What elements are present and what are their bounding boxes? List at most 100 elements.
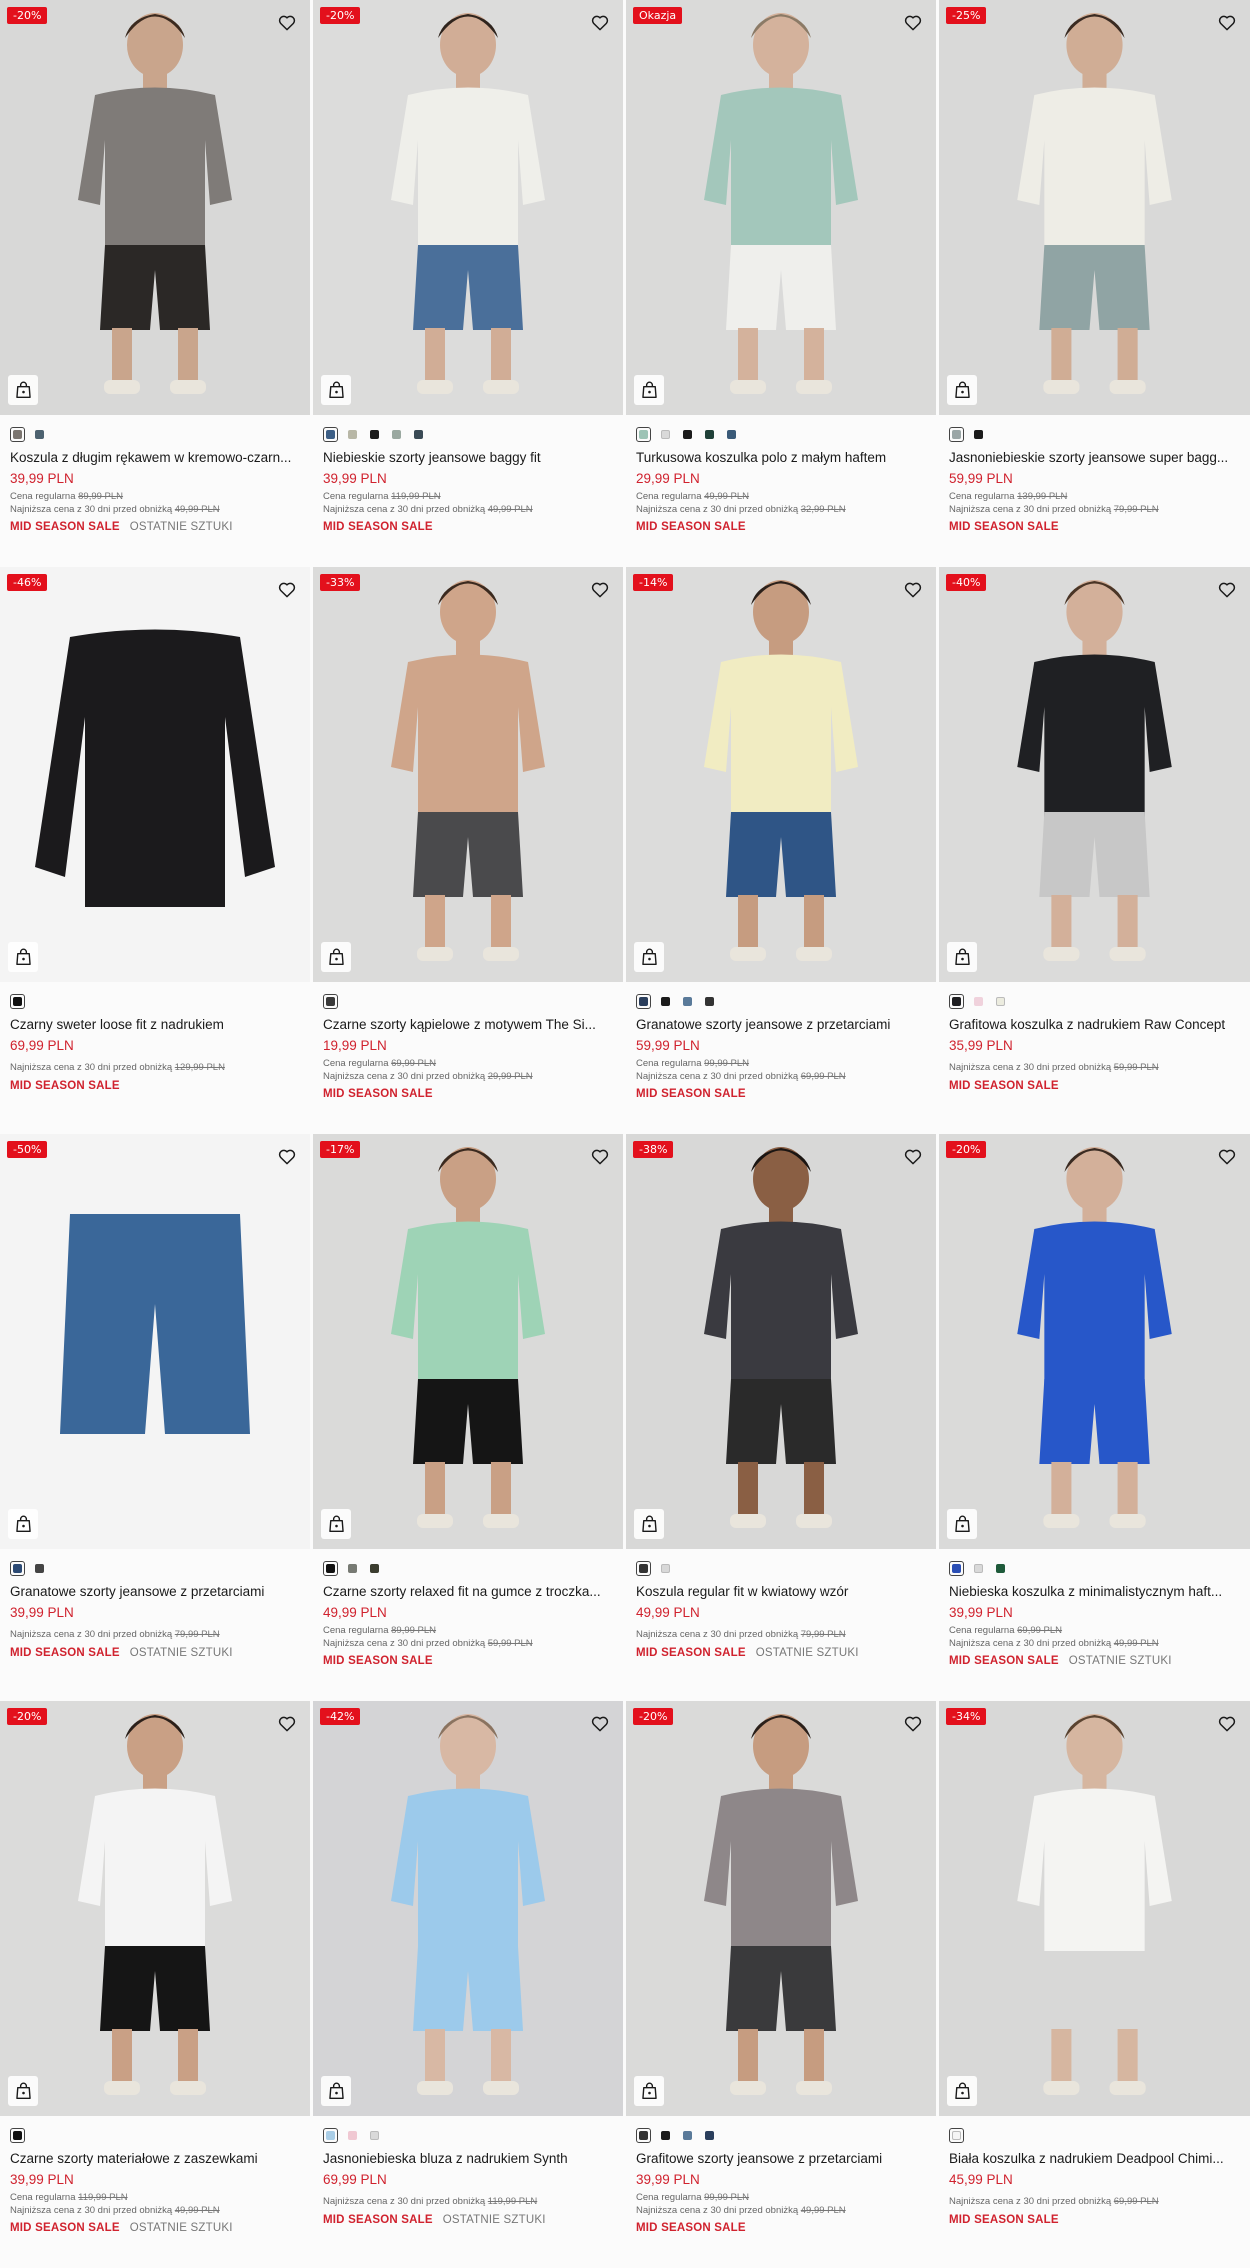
color-swatch[interactable] xyxy=(323,1561,338,1576)
color-swatch[interactable] xyxy=(367,2128,382,2143)
product-card[interactable]: -46% Czarny sweter loose fit z nadrukiem 6… xyxy=(0,567,313,1134)
color-swatch[interactable] xyxy=(680,2128,695,2143)
product-name[interactable]: Turkusowa koszulka polo z małym haftem xyxy=(636,449,926,467)
product-name[interactable]: Grafitowe szorty jeansowe z przetarciami xyxy=(636,2150,926,2168)
product-image[interactable]: -20% xyxy=(0,1701,310,2116)
product-card[interactable]: -20% Czarne szorty materiałowe z zaszewka… xyxy=(0,1701,313,2268)
product-card[interactable]: -42% Jasnoniebieska bluza z nadrukiem Syn… xyxy=(313,1701,626,2268)
product-image[interactable]: -14% xyxy=(626,567,936,982)
product-name[interactable]: Czarny sweter loose fit z nadrukiem xyxy=(10,1016,300,1034)
product-card[interactable]: -50% Granatowe szorty jeansowe z przetarc… xyxy=(0,1134,313,1701)
color-swatch[interactable] xyxy=(702,2128,717,2143)
heart-icon[interactable] xyxy=(276,1712,298,1734)
color-swatch[interactable] xyxy=(10,2128,25,2143)
product-card[interactable]: -38% Koszula regular fit w kwiatowy wzór 4… xyxy=(626,1134,939,1701)
shopping-bag-icon[interactable] xyxy=(321,375,351,405)
color-swatch[interactable] xyxy=(10,427,25,442)
color-swatch[interactable] xyxy=(323,994,338,1009)
product-name[interactable]: Jasnoniebieska bluza z nadrukiem Synth xyxy=(323,2150,613,2168)
color-swatch[interactable] xyxy=(658,2128,673,2143)
product-name[interactable]: Niebieskie szorty jeansowe baggy fit xyxy=(323,449,613,467)
product-image[interactable]: Okazja xyxy=(626,0,936,415)
shopping-bag-icon[interactable] xyxy=(8,2076,38,2106)
product-card[interactable]: -17% Czarne szorty relaxed fit na gumce z… xyxy=(313,1134,626,1701)
color-swatch[interactable] xyxy=(10,1561,25,1576)
color-swatch[interactable] xyxy=(702,994,717,1009)
color-swatch[interactable] xyxy=(949,2128,964,2143)
color-swatch[interactable] xyxy=(949,1561,964,1576)
product-image[interactable]: -34% xyxy=(939,1701,1250,2116)
product-name[interactable]: Niebieska koszulka z minimalistycznym ha… xyxy=(949,1583,1239,1601)
shopping-bag-icon[interactable] xyxy=(634,942,664,972)
product-name[interactable]: Koszula regular fit w kwiatowy wzór xyxy=(636,1583,926,1601)
product-card[interactable]: -20% Niebieskie szorty jeansowe baggy fit… xyxy=(313,0,626,567)
product-image[interactable]: -20% xyxy=(0,0,310,415)
shopping-bag-icon[interactable] xyxy=(321,2076,351,2106)
color-swatch[interactable] xyxy=(658,994,673,1009)
product-card[interactable]: -20% Koszula z długim rękawem w kremowo-c… xyxy=(0,0,313,567)
color-swatch[interactable] xyxy=(949,994,964,1009)
shopping-bag-icon[interactable] xyxy=(634,1509,664,1539)
shopping-bag-icon[interactable] xyxy=(947,2076,977,2106)
product-card[interactable]: -20% Grafitowe szorty jeansowe z przetarc… xyxy=(626,1701,939,2268)
product-name[interactable]: Grafitowa koszulka z nadrukiem Raw Conce… xyxy=(949,1016,1239,1034)
heart-icon[interactable] xyxy=(276,1145,298,1167)
heart-icon[interactable] xyxy=(276,11,298,33)
product-image[interactable]: -38% xyxy=(626,1134,936,1549)
color-swatch[interactable] xyxy=(993,1561,1008,1576)
product-card[interactable]: -20% Niebieska koszulka z minimalistyczny… xyxy=(939,1134,1250,1701)
color-swatch[interactable] xyxy=(367,427,382,442)
product-image[interactable]: -42% xyxy=(313,1701,623,2116)
color-swatch[interactable] xyxy=(411,427,426,442)
heart-icon[interactable] xyxy=(902,1145,924,1167)
color-swatch[interactable] xyxy=(367,1561,382,1576)
product-image[interactable]: -20% xyxy=(939,1134,1250,1549)
product-card[interactable]: -25% Jasnoniebieskie szorty jeansowe supe… xyxy=(939,0,1250,567)
heart-icon[interactable] xyxy=(276,578,298,600)
color-swatch[interactable] xyxy=(636,994,651,1009)
heart-icon[interactable] xyxy=(902,578,924,600)
color-swatch[interactable] xyxy=(724,427,739,442)
color-swatch[interactable] xyxy=(345,1561,360,1576)
heart-icon[interactable] xyxy=(1216,11,1238,33)
color-swatch[interactable] xyxy=(658,427,673,442)
product-image[interactable]: -25% xyxy=(939,0,1250,415)
product-name[interactable]: Biała koszulka z nadrukiem Deadpool Chim… xyxy=(949,2150,1239,2168)
color-swatch[interactable] xyxy=(389,427,404,442)
color-swatch[interactable] xyxy=(702,427,717,442)
color-swatch[interactable] xyxy=(680,994,695,1009)
shopping-bag-icon[interactable] xyxy=(947,375,977,405)
color-swatch[interactable] xyxy=(658,1561,673,1576)
color-swatch[interactable] xyxy=(971,427,986,442)
color-swatch[interactable] xyxy=(636,427,651,442)
color-swatch[interactable] xyxy=(636,2128,651,2143)
color-swatch[interactable] xyxy=(949,427,964,442)
product-name[interactable]: Czarne szorty materiałowe z zaszewkami xyxy=(10,2150,300,2168)
product-card[interactable]: -33% Czarne szorty kąpielowe z motywem Th… xyxy=(313,567,626,1134)
product-card[interactable]: -14% Granatowe szorty jeansowe z przetarc… xyxy=(626,567,939,1134)
heart-icon[interactable] xyxy=(1216,1145,1238,1167)
shopping-bag-icon[interactable] xyxy=(8,942,38,972)
product-image[interactable]: -33% xyxy=(313,567,623,982)
color-swatch[interactable] xyxy=(323,427,338,442)
product-image[interactable]: -40% xyxy=(939,567,1250,982)
product-card[interactable]: -40% Grafitowa koszulka z nadrukiem Raw C… xyxy=(939,567,1250,1134)
shopping-bag-icon[interactable] xyxy=(947,942,977,972)
product-name[interactable]: Jasnoniebieskie szorty jeansowe super ba… xyxy=(949,449,1239,467)
heart-icon[interactable] xyxy=(589,578,611,600)
product-name[interactable]: Koszula z długim rękawem w kremowo-czarn… xyxy=(10,449,300,467)
product-image[interactable]: -46% xyxy=(0,567,310,982)
color-swatch[interactable] xyxy=(345,2128,360,2143)
color-swatch[interactable] xyxy=(32,1561,47,1576)
product-name[interactable]: Czarne szorty kąpielowe z motywem The Si… xyxy=(323,1016,613,1034)
heart-icon[interactable] xyxy=(589,1145,611,1167)
product-name[interactable]: Czarne szorty relaxed fit na gumce z tro… xyxy=(323,1583,613,1601)
product-card[interactable]: -34% Biała koszulka z nadrukiem Deadpool … xyxy=(939,1701,1250,2268)
shopping-bag-icon[interactable] xyxy=(947,1509,977,1539)
product-name[interactable]: Granatowe szorty jeansowe z przetarciami xyxy=(636,1016,926,1034)
color-swatch[interactable] xyxy=(993,994,1008,1009)
color-swatch[interactable] xyxy=(345,427,360,442)
color-swatch[interactable] xyxy=(323,2128,338,2143)
product-image[interactable]: -20% xyxy=(313,0,623,415)
heart-icon[interactable] xyxy=(1216,1712,1238,1734)
